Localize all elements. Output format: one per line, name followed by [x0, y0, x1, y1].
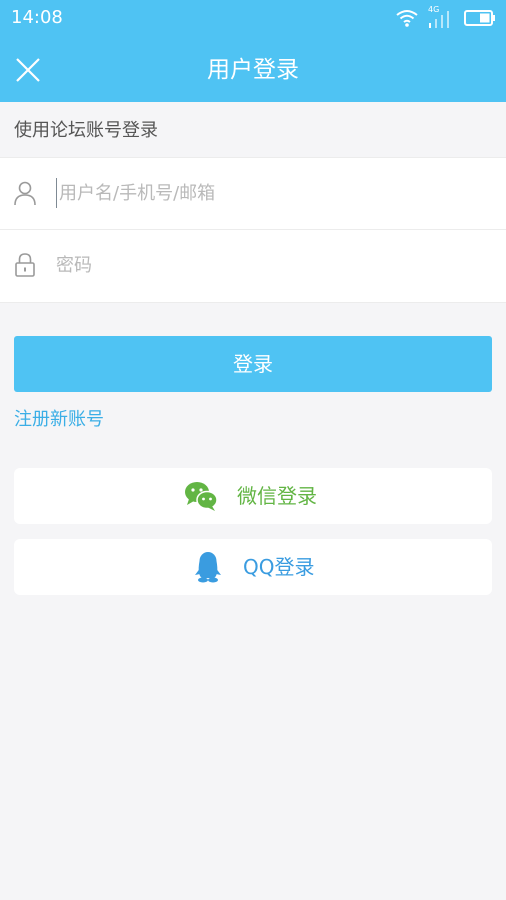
password-input[interactable] — [56, 250, 476, 280]
username-row — [0, 158, 506, 229]
status-time: 14:08 — [11, 7, 63, 28]
wechat-icon — [185, 482, 218, 511]
login-button[interactable]: 登录 — [14, 336, 492, 392]
status-bar: 14:08 4G — [0, 0, 506, 36]
signal-icon — [429, 11, 449, 28]
qq-login-button[interactable]: QQ登录 — [14, 539, 492, 595]
qq-login-label: QQ登录 — [243, 555, 315, 579]
battery-icon — [464, 10, 495, 26]
signal-group: 4G — [428, 5, 454, 29]
wifi-icon — [396, 10, 418, 27]
user-icon — [14, 181, 36, 206]
app-bar: 用户登录 — [0, 36, 506, 102]
password-row — [0, 230, 506, 301]
page-title: 用户登录 — [207, 57, 299, 83]
qq-icon — [195, 552, 221, 583]
login-method-caption: 使用论坛账号登录 — [14, 120, 158, 141]
status-icons: 4G — [396, 5, 496, 30]
login-form — [0, 157, 506, 303]
wechat-login-label: 微信登录 — [237, 484, 317, 508]
lock-icon — [15, 253, 35, 277]
wechat-login-button[interactable]: 微信登录 — [14, 468, 492, 524]
username-input[interactable] — [56, 178, 479, 208]
register-link[interactable]: 注册新账号 — [14, 406, 104, 434]
